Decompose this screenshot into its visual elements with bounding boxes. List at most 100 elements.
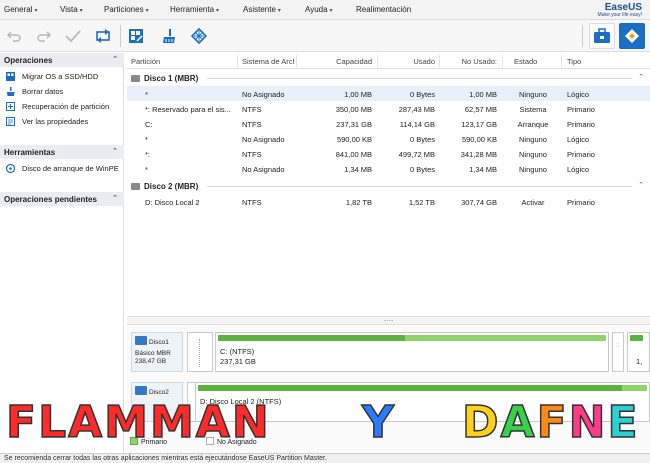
disk-type: Básico MBR [135,350,171,357]
column-header-tipo[interactable]: Tipo [567,57,581,66]
cell-estado: Sistema [519,105,547,114]
collapse-icon[interactable]: ⌃ [112,55,118,63]
sidebar-item-label: Borrar datos [22,87,64,96]
column-header-particion[interactable]: Partición [131,57,160,66]
cell-no-usado: 62,57 MB [464,105,497,114]
sidebar-item-recuperacion[interactable]: Recuperación de partición [0,99,124,113]
legend-primary: Primario [130,437,167,446]
disk-size: 238,47 GB [135,358,167,365]
partition-label: C: (NTFS) [220,347,255,356]
brand-logo: EaseUS Make your life easy! [598,2,642,18]
menu-label: Ayuda [305,5,328,14]
table-row[interactable]: * No Asignado 1,00 MB 0 Bytes 1,00 MB Ninguno… [127,86,650,101]
menu-asistente[interactable]: Asistente ▾ [243,5,281,14]
wipe-data-icon [7,87,15,96]
sidebar-section-herramientas[interactable]: Herramientas ⌃ [0,145,124,159]
disk-map: Disco1 Básico MBR 238,47 GB C: (NTFS) 23… [127,326,650,454]
splitter-grip: ...... [383,317,394,323]
cell-capacidad: 841,00 MB [335,150,372,159]
section-title: Operaciones [4,56,53,65]
menu-realimentacion[interactable]: Realimentación [356,5,411,14]
partition-recovery-icon[interactable] [189,26,209,46]
cell-capacidad: 1,00 MB [344,90,372,99]
partition-block-tail[interactable]: 1, [627,332,650,372]
partition-block-small[interactable]: :: [612,332,624,372]
cell-particion: D: Disco Local 2 [145,198,200,207]
column-header-sistema[interactable]: Sistema de Arch [242,57,294,66]
column-header-usado[interactable]: Usado [392,57,435,66]
disk-map-card-2[interactable]: Disco2 [131,382,183,422]
disk-group-header[interactable]: Disco 1 (MBR) ⌃ [127,71,650,85]
partition-size: 1, [636,357,643,366]
menu-herramienta[interactable]: Herramienta ▾ [170,5,219,14]
redo-icon[interactable] [34,26,54,46]
menu-ayuda[interactable]: Ayuda ▾ [305,5,333,14]
cell-usado: 114,14 GB [399,120,435,129]
partition-block-c[interactable]: C: (NTFS) 237,31 GB [215,332,609,372]
migrate-os-icon [6,72,15,81]
cell-sistema: NTFS [242,120,262,129]
partition-size: 237,31 GB [220,357,256,366]
migrate-os-icon[interactable] [126,26,146,46]
sidebar-section-pendientes[interactable]: Operaciones pendientes ⌃ [0,192,124,206]
menu-vista[interactable]: Vista ▾ [60,5,83,14]
wipe-data-icon[interactable] [158,26,178,46]
collapse-icon[interactable]: ⌃ [112,194,118,202]
cell-particion: * [145,135,148,144]
sidebar-section-operaciones[interactable]: Operaciones ⌃ [0,53,124,67]
partition-block-unallocated[interactable] [187,332,213,372]
cell-tipo: Primario [567,120,595,129]
legend-label: Primario [141,439,168,446]
cell-no-usado: 590,00 KB [461,135,497,144]
refresh-icon[interactable] [93,26,113,46]
column-header-capacidad[interactable]: Capacidad [317,57,372,66]
disk-icon [131,183,140,190]
column-header-estado[interactable]: Estado [514,57,537,66]
sidebar-item-propiedades[interactable]: Ver las propiedades [0,114,124,128]
cell-no-usado: 1,34 MB [469,165,497,174]
collapse-icon[interactable]: ⌃ [638,73,644,81]
menu-label: Asistente [243,5,276,14]
table-row[interactable]: C: NTFS 237,31 GB 114,14 GB 123,17 GB Arranqu… [127,116,650,131]
disk-group-header[interactable]: Disco 2 (MBR) ⌃ [127,179,650,193]
sidebar-item-winpe[interactable]: Disco de arranque de WinPE [0,161,124,175]
partition-block-d[interactable]: D: Disco Local 2 (NTFS) [195,382,650,422]
cell-estado: Ninguno [519,90,547,99]
cell-sistema: No Asignado [242,90,285,99]
collapse-icon[interactable]: ⌃ [638,181,644,189]
cell-particion: * [145,90,148,99]
disk-map-card-1[interactable]: Disco1 Básico MBR 238,47 GB [131,332,183,372]
sidebar-item-borrar-datos[interactable]: Borrar datos [0,84,124,98]
undo-icon[interactable] [4,26,24,46]
cell-usado: 287,43 MB [398,105,435,114]
disk-title: Disco 1 (MBR) [144,74,199,83]
sidebar-item-label: Disco de arranque de WinPE [22,164,119,173]
cell-sistema: NTFS [242,105,262,114]
disk-icon [135,336,147,345]
easeus-icon[interactable] [619,23,645,49]
toolbox-icon[interactable] [589,23,615,49]
cell-particion: *: Reservado para el sis... [145,105,231,114]
cell-capacidad: 590,00 KB [336,135,372,144]
cell-particion: C: [145,120,153,129]
menu-particiones[interactable]: Particiones ▾ [104,5,149,14]
column-header-no-usado[interactable]: No Usado: [447,57,497,66]
table-row[interactable]: * No Asignado 590,00 KB 0 Bytes 590,00 KB Nin… [127,131,650,146]
boot-disk-icon [6,164,15,173]
status-bar: Se recomienda cerrar todas las otras apl… [0,453,650,463]
collapse-icon[interactable]: ⌃ [112,147,118,155]
menu-label: Particiones [104,5,144,14]
sidebar-item-migrar-os[interactable]: Migrar OS a SSD/HDD [0,69,124,83]
cell-usado: 0 Bytes [409,135,435,144]
table-row[interactable]: * No Asignado 1,34 MB 0 Bytes 1,34 MB Ninguno… [127,161,650,176]
menu-general[interactable]: General ▾ [4,5,37,14]
table-row[interactable]: *: Reservado para el sis... NTFS 350,00 MB… [127,101,650,116]
table-row[interactable]: D: Disco Local 2 NTFS 1,82 TB 1,52 TB 307,74… [127,194,650,209]
status-text: Se recomienda cerrar todas las otras apl… [4,455,327,462]
apply-check-icon[interactable] [63,26,83,46]
section-title: Operaciones pendientes [4,195,97,204]
pane-splitter[interactable]: ...... [127,316,650,325]
section-title: Herramientas [4,148,56,157]
table-row[interactable]: *: NTFS 841,00 MB 499,72 MB 341,28 MB Ninguno… [127,146,650,161]
cell-no-usado: 341,28 MB [460,150,497,159]
